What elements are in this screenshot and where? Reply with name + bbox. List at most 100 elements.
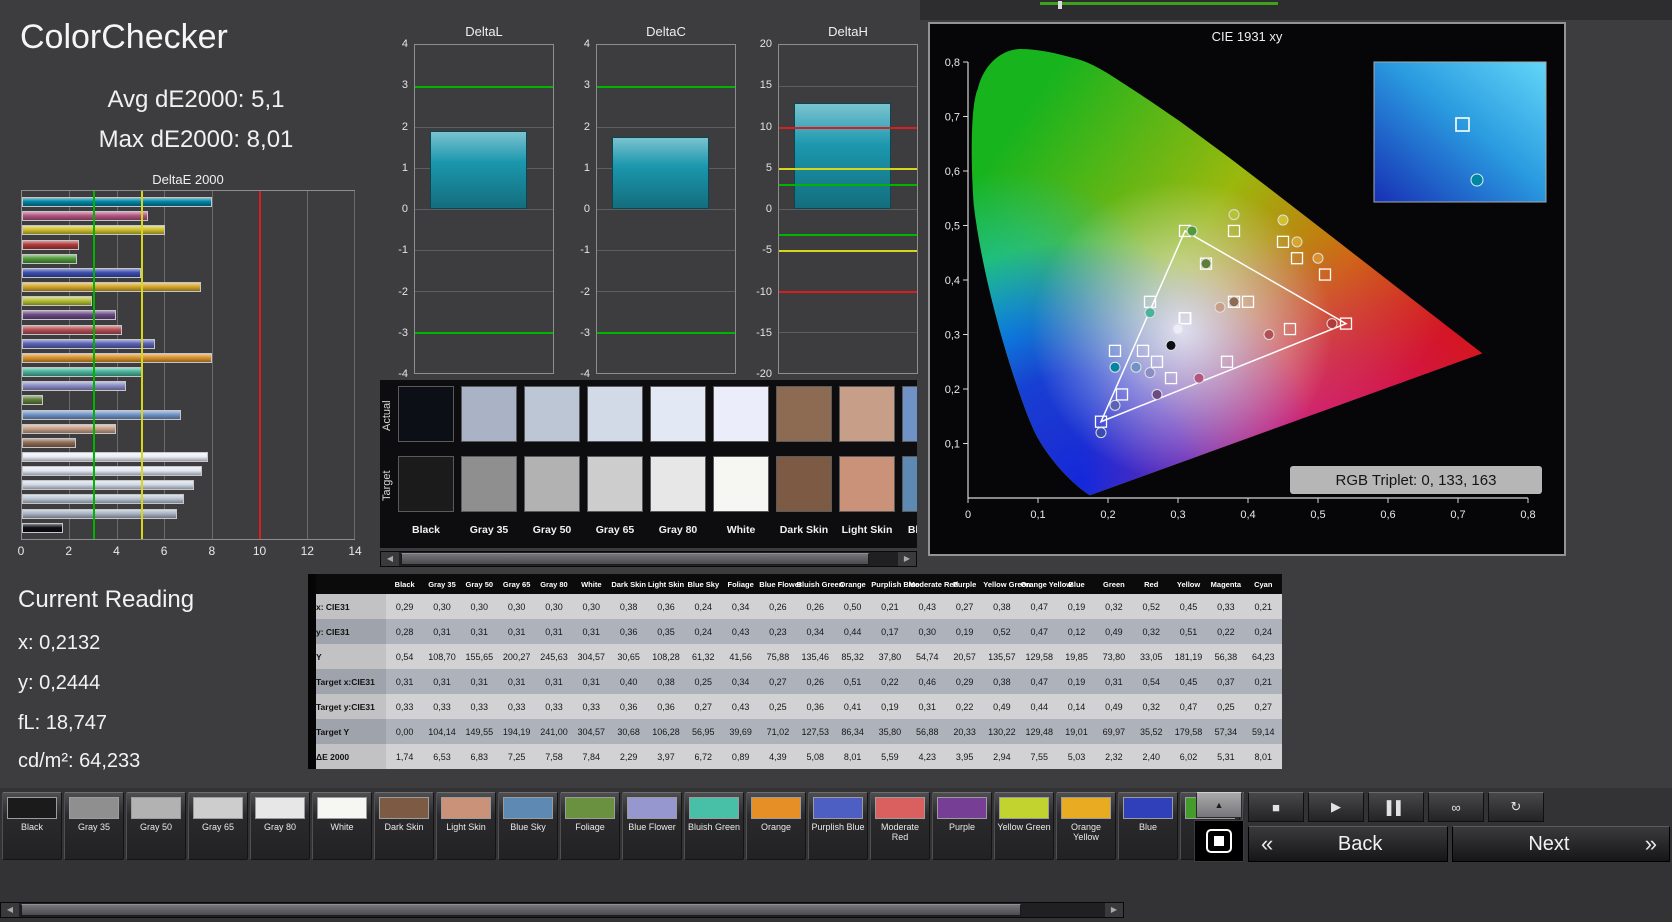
patch-button-black[interactable]: Black	[2, 792, 62, 860]
target-swatch-black	[398, 456, 454, 512]
patch-button-white[interactable]: White	[312, 792, 372, 860]
reading-x: x: 0,2132	[18, 632, 101, 654]
collapse-up-button[interactable]: ▲	[1196, 792, 1242, 818]
scroll-left-button[interactable]: ◀	[381, 552, 399, 566]
cell: 61,32	[692, 651, 715, 662]
cell: 6,02	[1179, 751, 1198, 762]
patch-swatch	[813, 797, 863, 819]
pause-button[interactable]: ▌▌	[1368, 792, 1424, 822]
scrollbar-thumb[interactable]	[401, 553, 869, 565]
patch-button-bluish-green[interactable]: Bluish Green	[684, 792, 744, 860]
row-label: ΔE 2000	[316, 744, 386, 769]
y-tick-label: 5	[765, 161, 772, 174]
scroll-left-button[interactable]: ◀	[1, 903, 19, 917]
bar-magenta	[22, 211, 148, 222]
patch-swatch	[937, 797, 987, 819]
bar-row-gray-35	[22, 508, 354, 519]
scroll-right-button[interactable]: ▶	[898, 552, 916, 566]
x-tick-label: 0,2	[1100, 509, 1115, 521]
cell: 59,14	[1252, 726, 1275, 737]
patch-button-orange-yellow[interactable]: Orange Yellow	[1056, 792, 1116, 860]
patch-button-gray-80[interactable]: Gray 80	[250, 792, 310, 860]
cell: 0,31	[395, 676, 414, 687]
patch-swatch	[875, 797, 925, 819]
refresh-button[interactable]: ↻	[1488, 792, 1544, 822]
patch-button-gray-50[interactable]: Gray 50	[126, 792, 186, 860]
patch-button-gray-35[interactable]: Gray 35	[64, 792, 124, 860]
x-tick-label: 0,5	[1310, 509, 1325, 521]
patch-button-blue-sky[interactable]: Blue Sky	[498, 792, 558, 860]
reading-y: y: 0,2444	[18, 672, 101, 694]
patch-button-gray-65[interactable]: Gray 65	[188, 792, 248, 860]
patch-button-moderate-red[interactable]: Moderate Red	[870, 792, 930, 860]
patch-label: Gray 50	[139, 822, 172, 832]
bar-row-bluish-green	[22, 367, 354, 378]
patch-button-foliage[interactable]: Foliage	[560, 792, 620, 860]
patch-swatch	[689, 797, 739, 819]
cell: 0,32	[1105, 601, 1123, 612]
next-button[interactable]: Next »	[1452, 826, 1670, 862]
transport-controls: ■ ▶ ▌▌ ∞ ↻	[1248, 792, 1544, 822]
cell: 3,97	[657, 751, 675, 762]
scrollbar-thumb[interactable]	[21, 904, 1021, 916]
bar-row-gray-65	[22, 480, 354, 491]
bottom-scrollbar[interactable]: ◀ ▶	[0, 902, 1124, 918]
y-tick-label: -2	[580, 285, 590, 298]
scroll-right-button[interactable]: ▶	[1105, 903, 1123, 917]
measured-point-foliage	[1200, 258, 1212, 270]
patch-swatch	[69, 797, 119, 819]
patch-button-yellow-green[interactable]: Yellow Green	[994, 792, 1054, 860]
cell: 0,38	[993, 676, 1011, 687]
bar-row-magenta	[22, 211, 354, 222]
col-header-purplish-blue: Purplish Blue	[871, 574, 920, 594]
patch-swatch	[565, 797, 615, 819]
cell: 8,01	[1254, 751, 1273, 762]
cell: 0,25	[694, 676, 713, 687]
patch-button-blue[interactable]: Blue	[1118, 792, 1178, 860]
patch-button-purple[interactable]: Purple	[932, 792, 992, 860]
y-tick-label: 4	[401, 38, 408, 50]
cell: 0,27	[1254, 701, 1273, 712]
delta-h-chart: DeltaH -20 -15 -10 -5 0 5 10 15 20	[744, 24, 922, 380]
cell: 200,27	[502, 651, 531, 662]
bar-gray-80	[22, 466, 202, 477]
patch-button-blue-flower[interactable]: Blue Flower	[622, 792, 682, 860]
patch-button-light-skin[interactable]: Light Skin	[436, 792, 496, 860]
patch-button-dark-skin[interactable]: Dark Skin	[374, 792, 434, 860]
cell: 1,74	[395, 751, 414, 762]
cell: 0,22	[955, 701, 974, 712]
cell: 0,36	[619, 701, 638, 712]
cell: 35,80	[878, 726, 902, 737]
cell: 0,31	[470, 676, 489, 687]
col-header-black: Black	[386, 574, 424, 594]
bar-gray-50	[22, 494, 184, 505]
pattern-window-button[interactable]	[1194, 820, 1244, 862]
colorchecker-app: ColorChecker Avg dE2000: 5,1 Max dE2000:…	[0, 0, 1672, 922]
cell: 0,33	[545, 701, 563, 712]
limit-line	[779, 250, 917, 252]
delta-bar	[430, 131, 527, 209]
swatch-scrollbar[interactable]: ◀ ▶	[380, 551, 917, 567]
patch-label: Orange Yellow	[1070, 822, 1102, 843]
actual-swatch-light-skin	[839, 386, 895, 442]
bar-row-black	[22, 522, 354, 533]
gridline	[779, 332, 917, 333]
continuous-button[interactable]: ∞	[1428, 792, 1484, 822]
pattern-window-icon	[1206, 829, 1232, 853]
cell: 64,23	[1252, 651, 1275, 662]
patch-label: Purplish Blue	[811, 822, 865, 832]
y-axis: -4 -3 -2 -1 0 1 2 3 4	[380, 38, 412, 380]
target-swatch-gray-35	[461, 456, 517, 512]
x-tick-label: 4	[113, 544, 120, 558]
cell: 181,19	[1174, 651, 1203, 662]
y-tick-label: -10	[756, 285, 772, 298]
stop-button[interactable]: ■	[1248, 792, 1304, 822]
patch-button-purplish-blue[interactable]: Purplish Blue	[808, 792, 868, 860]
measured-point-orange-yellow	[1291, 236, 1303, 248]
back-button[interactable]: « Back	[1248, 826, 1448, 862]
table-row-y: Y 0,54 108,70 155,65 200,27 245,63 304,57 30,65…	[316, 644, 1282, 669]
bar-foliage	[22, 395, 44, 406]
play-button[interactable]: ▶	[1308, 792, 1364, 822]
x-tick-label: 14	[348, 544, 362, 558]
patch-button-orange[interactable]: Orange	[746, 792, 806, 860]
